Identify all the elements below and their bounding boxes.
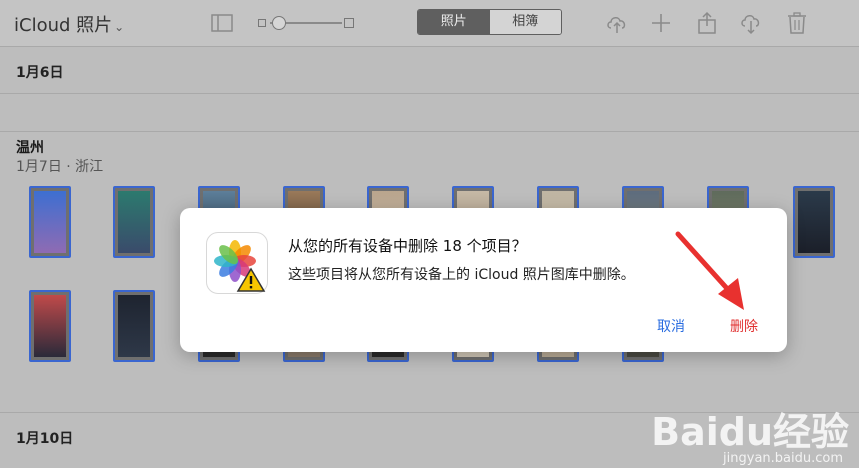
tab-albums[interactable]: 相簿 bbox=[489, 10, 561, 34]
slider-knob[interactable] bbox=[272, 16, 286, 30]
zoom-out-icon bbox=[258, 19, 266, 27]
photo-thumbnail[interactable] bbox=[29, 290, 71, 362]
divider bbox=[0, 93, 859, 94]
annotation-arrow-icon bbox=[675, 231, 744, 310]
photo-thumbnail[interactable] bbox=[113, 290, 155, 362]
download-icon[interactable] bbox=[738, 10, 764, 36]
view-segmented-control: 照片 相簿 bbox=[417, 9, 562, 35]
upload-icon[interactable] bbox=[604, 10, 630, 36]
photos-app-warning-icon bbox=[206, 232, 268, 294]
section-date-jan6: 1月6日 bbox=[16, 65, 64, 81]
app-title-menu[interactable]: iCloud 照片 ⌄ bbox=[14, 11, 124, 37]
photo-thumbnail[interactable] bbox=[29, 186, 71, 258]
photo-thumbnail[interactable] bbox=[793, 186, 835, 258]
location-title: 温州 bbox=[16, 140, 44, 156]
baidu-jingyan-watermark: Baidu经验 jingyan.baidu.com bbox=[651, 401, 849, 466]
watermark-url: jingyan.baidu.com bbox=[723, 451, 843, 466]
section-date-jan10: 1月10日 bbox=[16, 431, 74, 447]
top-toolbar: iCloud 照片 ⌄ 照片 相簿 bbox=[0, 0, 859, 47]
watermark-logo: Baidu经验 bbox=[651, 410, 849, 454]
dialog-message: 这些项目将从您所有设备上的 iCloud 照片图库中删除。 bbox=[288, 267, 635, 283]
zoom-slider[interactable] bbox=[258, 16, 354, 30]
sidebar-icon[interactable] bbox=[209, 10, 235, 36]
zoom-in-icon bbox=[344, 18, 354, 28]
app-title-text: iCloud 照片 bbox=[14, 15, 113, 36]
dialog-title: 从您的所有设备中删除 18 个项目？ bbox=[288, 237, 527, 255]
chevron-down-icon: ⌄ bbox=[114, 20, 125, 34]
location-subtitle: 1月7日 · 浙江 bbox=[16, 159, 104, 175]
add-icon[interactable] bbox=[648, 10, 674, 36]
photo-thumbnail[interactable] bbox=[113, 186, 155, 258]
share-icon[interactable] bbox=[694, 10, 720, 36]
trash-icon[interactable] bbox=[784, 10, 810, 36]
divider bbox=[0, 131, 859, 132]
tab-photos[interactable]: 照片 bbox=[418, 10, 490, 34]
